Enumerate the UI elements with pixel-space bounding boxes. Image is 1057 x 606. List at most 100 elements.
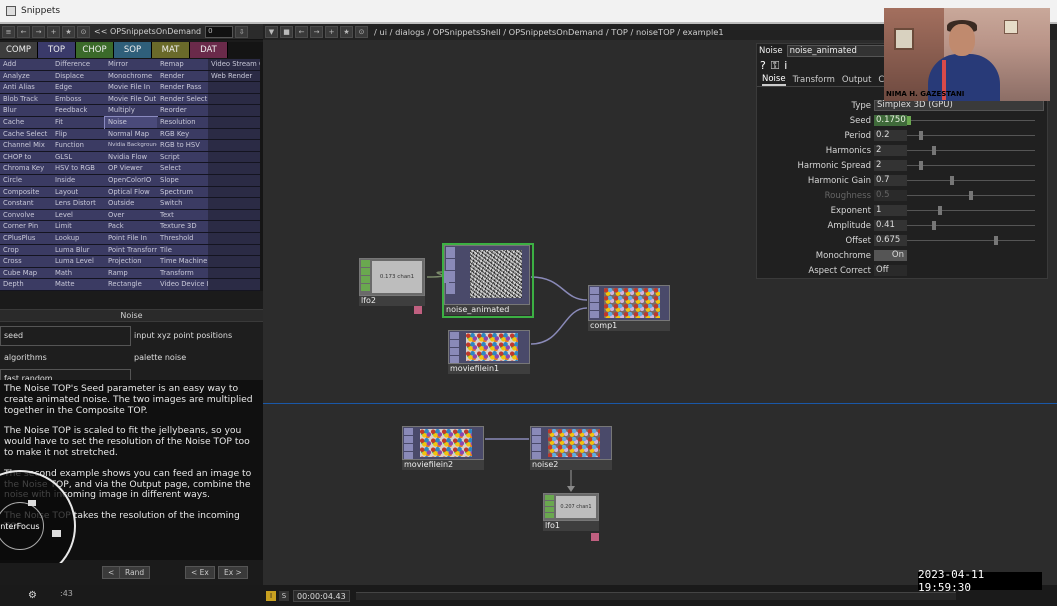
op-lookup[interactable]: Lookup	[52, 232, 105, 245]
op-lens-distort[interactable]: Lens Distort	[52, 198, 105, 210]
param-value-field[interactable]: 0.5	[874, 190, 907, 201]
op-composite[interactable]: Composite	[0, 186, 52, 199]
op-blob-track[interactable]: Blob Track	[0, 93, 52, 106]
param-slider-track[interactable]	[907, 150, 1035, 151]
menu-icon[interactable]: ≡	[2, 25, 15, 38]
op-cplusplus[interactable]: CPlusPlus	[0, 232, 52, 245]
op-nvidia-background[interactable]: Nvidia Background	[105, 140, 157, 152]
op-point-file-in[interactable]: Point File In	[105, 232, 157, 245]
param-value-field[interactable]: 2	[874, 145, 907, 156]
timeline-track[interactable]	[355, 591, 956, 600]
op-over[interactable]: Over	[105, 209, 157, 222]
param-value-field[interactable]: 0.7	[874, 175, 907, 186]
param-slider-knob[interactable]	[919, 161, 924, 170]
op-text[interactable]: Text	[157, 209, 208, 222]
op-video-device-in[interactable]: Video Device In	[157, 279, 208, 291]
op-hsv-to-rgb[interactable]: HSV to RGB	[52, 163, 105, 175]
example-input-xyz[interactable]: input xyz point positions	[134, 326, 232, 346]
param-op-name[interactable]: noise_animated	[786, 45, 887, 57]
info-icon[interactable]: i	[784, 59, 787, 72]
op-projection[interactable]: Projection	[105, 256, 157, 268]
op-fit[interactable]: Fit	[52, 116, 105, 129]
op-nvidia-flow[interactable]: Nvidia Flow	[105, 151, 157, 164]
param-slider-track[interactable]	[907, 165, 1035, 166]
op-cross[interactable]: Cross	[0, 256, 52, 268]
play-indicator[interactable]: I	[266, 590, 276, 601]
type-dropdown[interactable]: Simplex 3D (GPU)	[874, 100, 1044, 111]
op-blur[interactable]: Blur	[0, 105, 52, 117]
param-slider-track[interactable]	[907, 180, 1035, 181]
left-path[interactable]: << OPSnippetsOnDemand	[94, 27, 201, 36]
op-optical-flow[interactable]: Optical Flow	[105, 186, 157, 199]
op-select[interactable]: Select	[157, 163, 208, 175]
monochrome-toggle[interactable]: On	[874, 250, 907, 261]
param-slider-knob[interactable]	[931, 221, 936, 230]
op-spectrum[interactable]: Spectrum	[157, 186, 208, 199]
op-level[interactable]: Level	[52, 209, 105, 222]
tab-top[interactable]: TOP	[38, 42, 76, 58]
tab-dat[interactable]: DAT	[190, 42, 228, 58]
op-channel-mix[interactable]: Channel Mix	[0, 140, 52, 152]
op-limit[interactable]: Limit	[52, 221, 105, 233]
op-mirror[interactable]: Mirror	[105, 59, 157, 71]
back-icon[interactable]: ←	[17, 25, 30, 38]
gear-icon[interactable]: ⚙	[28, 590, 37, 601]
param-slider-knob[interactable]	[907, 116, 911, 125]
op-outside[interactable]: Outside	[105, 198, 157, 210]
forward-icon[interactable]: →	[32, 25, 45, 38]
param-slider-knob[interactable]	[938, 206, 942, 215]
prev-example-button[interactable]: < Ex	[185, 566, 215, 579]
op-cube-map[interactable]: Cube Map	[0, 267, 52, 280]
op-multiply[interactable]: Multiply	[105, 105, 157, 117]
aspect-correct-toggle[interactable]: Off	[874, 265, 907, 276]
pin-icon[interactable]: ⊙	[77, 25, 90, 38]
param-slider-track[interactable]	[907, 225, 1035, 226]
op-switch[interactable]: Switch	[157, 198, 208, 210]
sync-indicator[interactable]: S	[279, 590, 289, 601]
param-value-field[interactable]: 0.2	[874, 130, 907, 141]
op-remap[interactable]: Remap	[157, 59, 208, 71]
op-emboss[interactable]: Emboss	[52, 93, 105, 106]
op-rectangle[interactable]: Rectangle	[105, 279, 157, 291]
op-movie-file-in[interactable]: Movie File In	[105, 82, 157, 94]
op-rgb-key[interactable]: RGB Key	[157, 128, 208, 141]
op-constant[interactable]: Constant	[0, 198, 52, 210]
tab-sop[interactable]: SOP	[114, 42, 152, 58]
op-depth[interactable]: Depth	[0, 279, 52, 291]
op-resolution[interactable]: Resolution	[157, 116, 208, 129]
op-feedback[interactable]: Feedback	[52, 105, 105, 117]
tab-mat[interactable]: MAT	[152, 42, 190, 58]
op-time-machine[interactable]: Time Machine	[157, 256, 208, 268]
op-displace[interactable]: Displace	[52, 70, 105, 83]
next-example-button[interactable]: Ex >	[218, 566, 248, 579]
op-circle[interactable]: Circle	[0, 174, 52, 187]
tab-transform[interactable]: Transform	[793, 75, 835, 85]
op-transform[interactable]: Transform	[157, 267, 208, 280]
op-slope[interactable]: Slope	[157, 174, 208, 187]
op-threshold[interactable]: Threshold	[157, 232, 208, 245]
op-flip[interactable]: Flip	[52, 128, 105, 141]
op-cache[interactable]: Cache	[0, 116, 52, 129]
param-value-field[interactable]: 2	[874, 160, 907, 171]
down-icon[interactable]: ⇩	[235, 25, 249, 38]
op-movie-file-out[interactable]: Movie File Out	[105, 93, 157, 106]
op-reorder[interactable]: Reorder	[157, 105, 208, 117]
op-monochrome[interactable]: Monochrome	[105, 70, 157, 83]
op-web-render[interactable]: Web Render	[208, 70, 260, 83]
op-function[interactable]: Function	[52, 140, 105, 152]
op-ramp[interactable]: Ramp	[105, 267, 157, 280]
op-glsl[interactable]: GLSL	[52, 151, 105, 164]
param-value-field[interactable]: 0.1750	[874, 115, 907, 126]
op-matte[interactable]: Matte	[52, 279, 105, 291]
op-render-select[interactable]: Render Select	[157, 93, 208, 106]
star-icon[interactable]: ★	[62, 25, 75, 38]
op-video-stream-out[interactable]: Video Stream Out	[208, 59, 260, 71]
op-corner-pin[interactable]: Corner Pin	[0, 221, 52, 233]
op-inside[interactable]: Inside	[52, 174, 105, 187]
op-render-pass[interactable]: Render Pass	[157, 82, 208, 94]
op-opencolorio[interactable]: OpenColorIO	[105, 174, 157, 187]
op-chop-to[interactable]: CHOP to	[0, 151, 52, 164]
tab-comp[interactable]: COMP	[0, 42, 38, 58]
param-value-field[interactable]: 0.675	[874, 235, 907, 246]
op-render[interactable]: Render	[157, 70, 208, 83]
